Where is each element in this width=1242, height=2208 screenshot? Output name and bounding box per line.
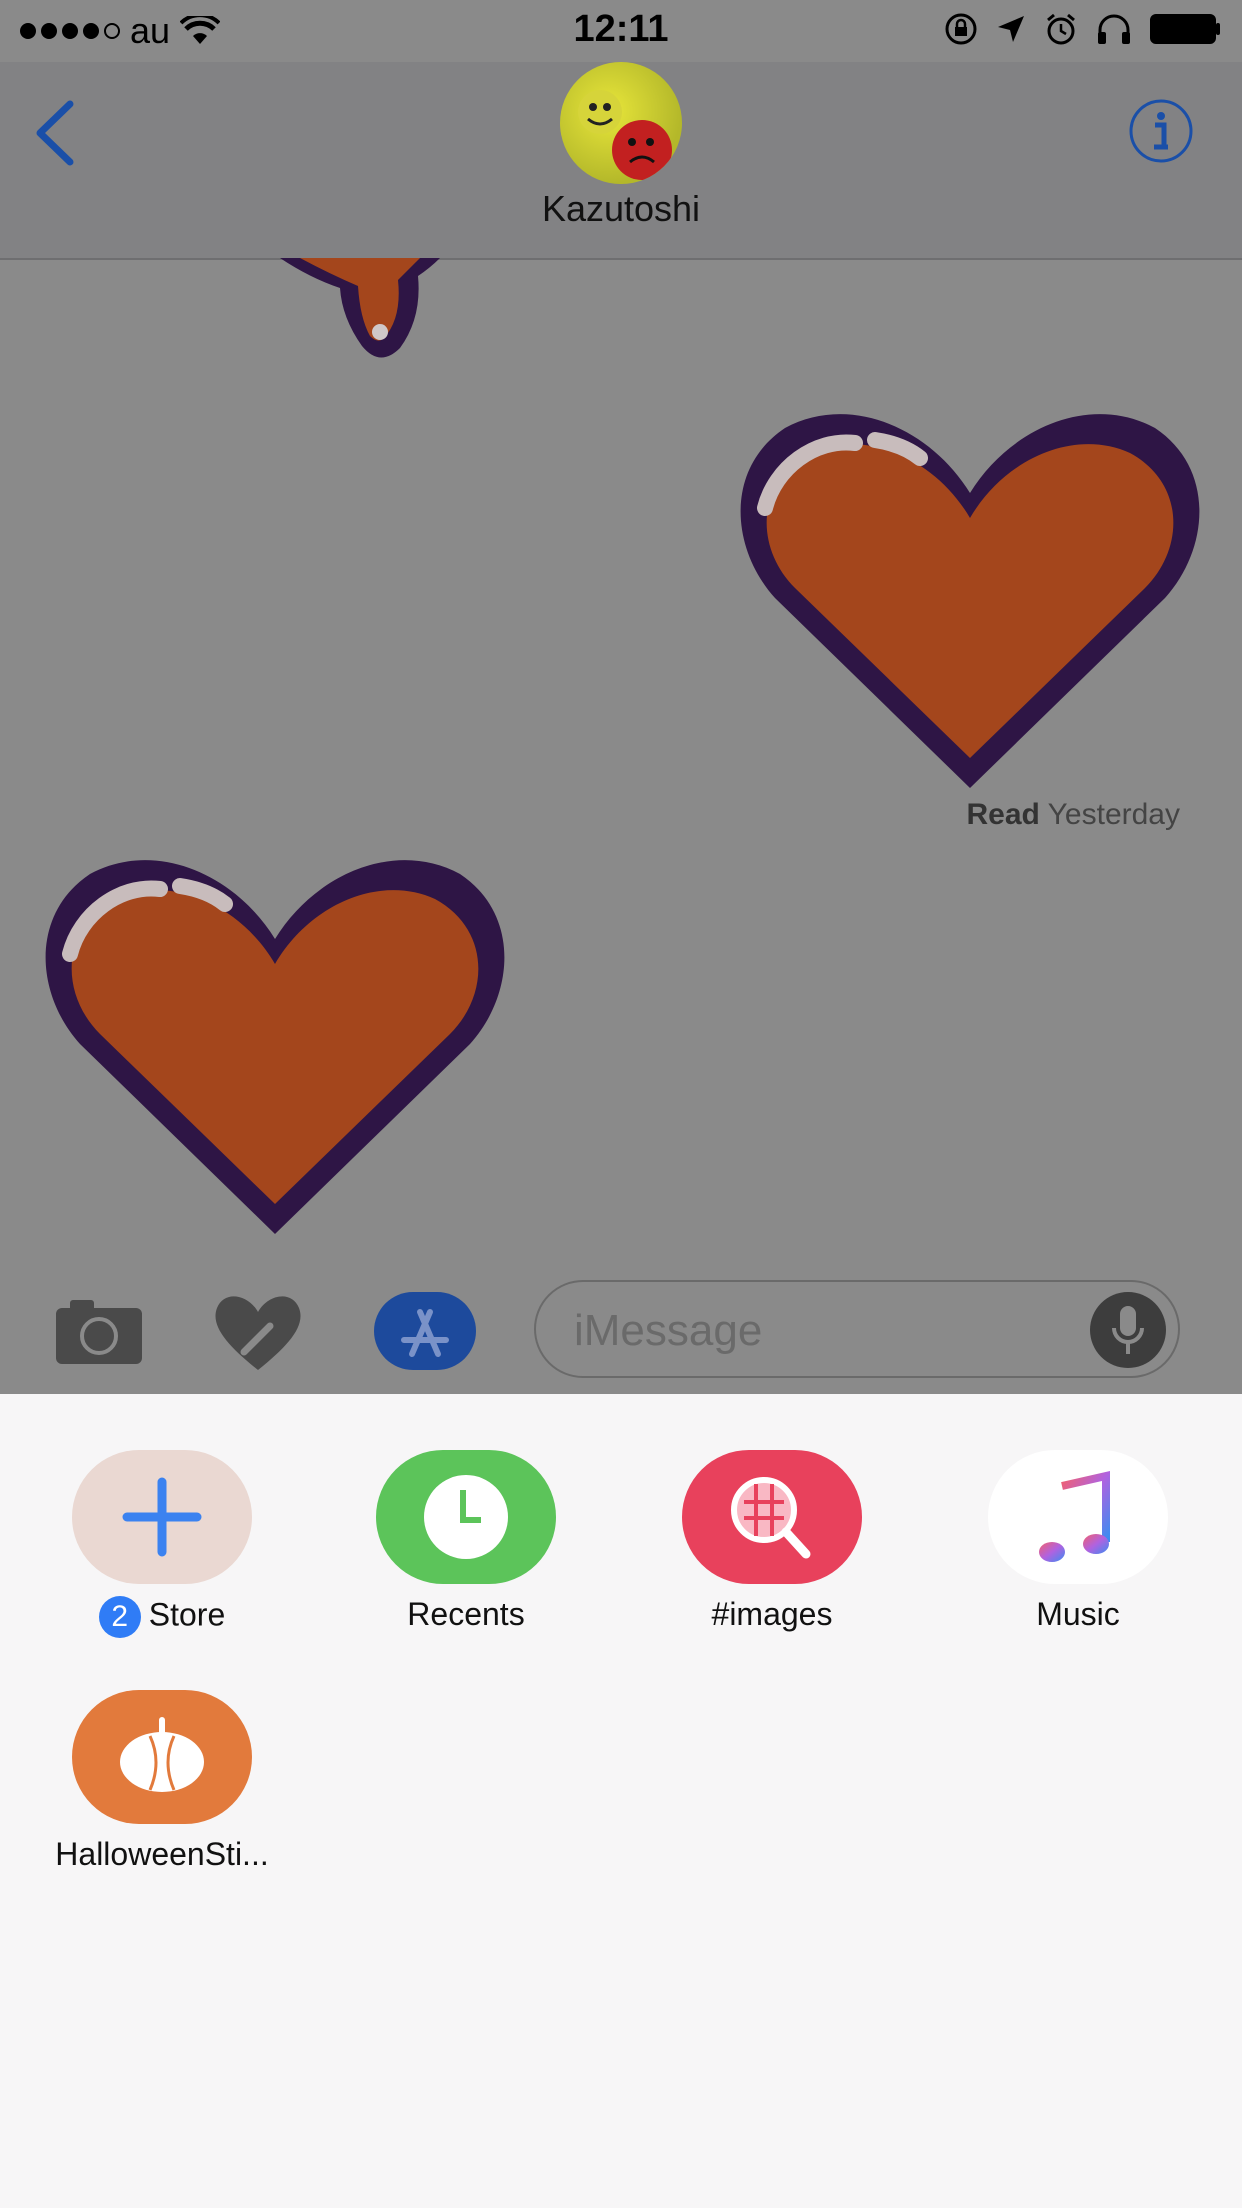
app-label: #images [711,1596,833,1632]
app-label: Store [148,1596,226,1633]
plus-icon [122,1477,202,1557]
app-images[interactable]: #images [652,1450,892,1633]
halloween-app-icon[interactable] [72,1690,252,1824]
heart-sticker-received[interactable] [40,844,510,1244]
images-app-icon[interactable] [682,1450,862,1584]
message-thread: Read Yesterday [0,258,1242,1268]
read-time: Yesterday [1047,798,1180,831]
camera-icon[interactable] [56,1298,142,1364]
status-bar: au 12:11 [0,0,1242,62]
battery-icon [1150,14,1220,44]
microphone-button[interactable] [1090,1292,1166,1368]
music-app-icon[interactable] [988,1450,1168,1584]
app-music[interactable]: Music [958,1450,1198,1633]
imessage-app-drawer: 2 Store Recents #images Music HalloweenS… [0,1394,1242,2208]
contact-avatar[interactable] [560,62,682,184]
microphone-icon [1112,1306,1144,1354]
headphones-icon [1098,14,1130,44]
recents-app-icon[interactable] [376,1450,556,1584]
conversation-header: Kazutoshi [0,62,1242,260]
app-label: Recents [407,1596,525,1632]
app-halloween-stickers[interactable]: HalloweenSti... [42,1690,282,1873]
clock-icon [424,1475,508,1559]
heart-sticker-partial [280,258,440,358]
read-status: Read [966,798,1040,831]
notification-badge: 2 [98,1596,141,1638]
alarm-icon [1047,13,1075,45]
pumpkin-icon [120,1717,204,1792]
app-store-icon[interactable] [374,1292,476,1370]
image-search-icon [731,1477,811,1559]
avatar-faces-icon [578,90,672,180]
app-label: Music [1036,1596,1120,1632]
read-receipt: Read Yesterday [967,798,1180,832]
app-recents[interactable]: Recents [346,1450,586,1633]
back-chevron-icon[interactable] [32,98,76,168]
location-arrow-icon [998,16,1024,42]
music-note-icon [1039,1470,1110,1562]
heart-sticker-sent[interactable] [735,398,1205,798]
app-store[interactable]: 2 Store [42,1450,282,1638]
contact-name[interactable]: Kazutoshi [0,188,1242,230]
compose-toolbar [0,1268,1242,1394]
imessage-input[interactable] [534,1280,1180,1378]
store-app-icon[interactable] [72,1450,252,1584]
rotation-lock-icon [945,13,977,45]
digital-touch-icon[interactable] [214,1292,302,1372]
app-label: HalloweenSti... [55,1836,269,1872]
info-icon[interactable] [1128,98,1194,164]
message-text-field[interactable] [572,1302,1056,1360]
